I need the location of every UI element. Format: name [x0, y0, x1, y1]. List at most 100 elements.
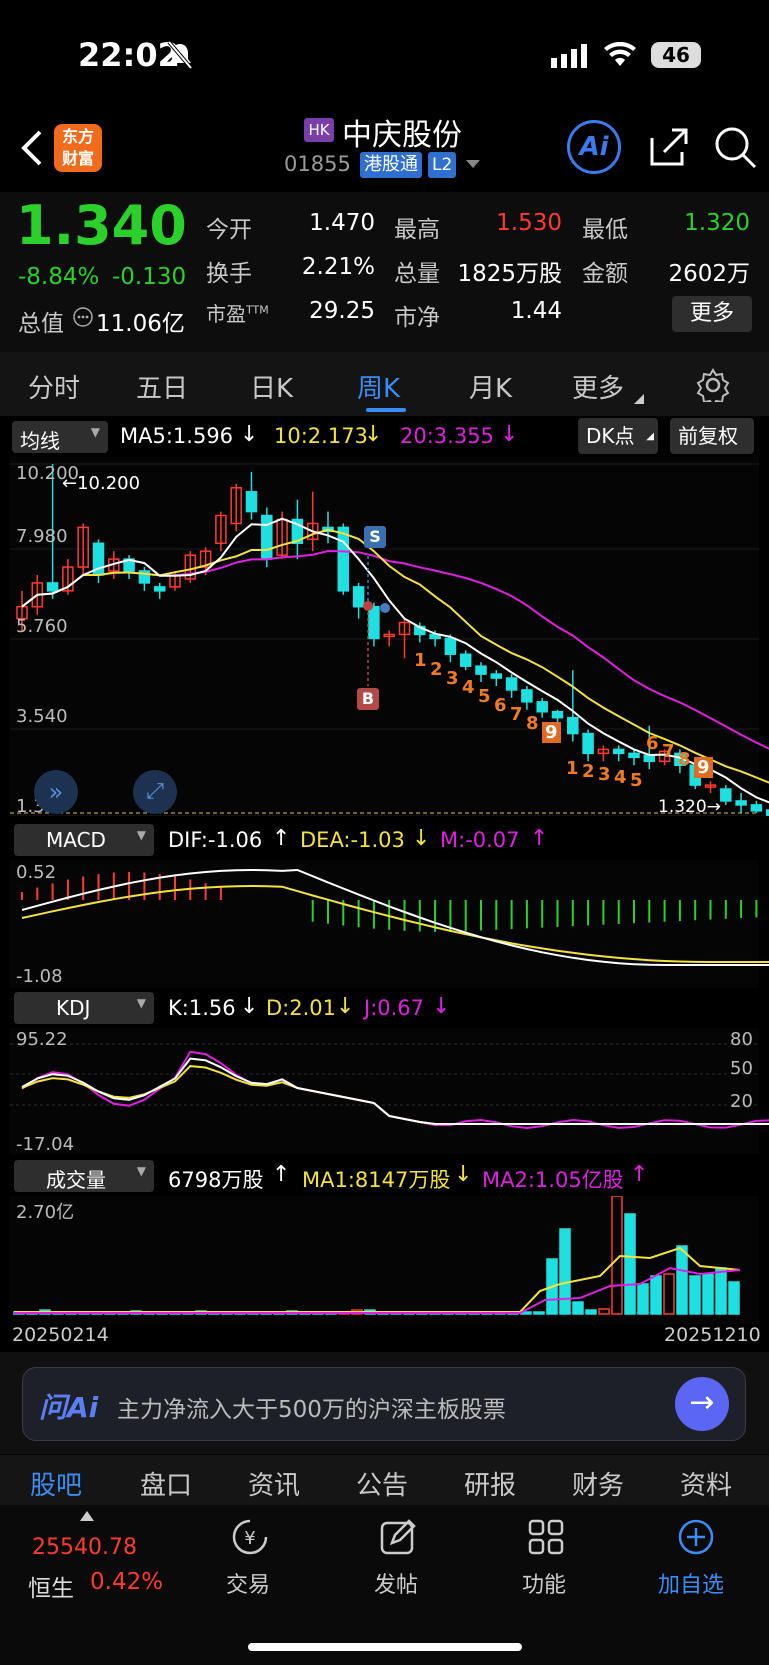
- kline-chart[interactable]: [0, 456, 769, 816]
- info-icon[interactable]: [72, 306, 94, 328]
- nine-seq-b-item: 2: [582, 761, 595, 782]
- tab-profile[interactable]: 资料: [680, 1465, 732, 1502]
- more-button[interactable]: 更多: [672, 296, 752, 332]
- nine-seq-a-item: 8: [526, 713, 539, 734]
- settings-gear-icon[interactable]: [696, 368, 730, 402]
- tab-finance[interactable]: 财务: [572, 1465, 624, 1502]
- dock-functions[interactable]: 功能: [522, 1567, 566, 1599]
- macd-selector-label: MACD: [46, 828, 106, 852]
- nine-seq-a-item: 2: [430, 659, 443, 680]
- search-icon[interactable]: [714, 126, 758, 170]
- pe-sup: TTM: [246, 303, 269, 317]
- sell-marker-dot: [380, 603, 390, 613]
- back-icon[interactable]: [18, 128, 44, 168]
- functions-icon[interactable]: [526, 1517, 566, 1557]
- turnover-label: 换手: [206, 261, 252, 287]
- ma-bar: 均线 ▼ MA5:1.596 ↓ 10:2.173 ↓ 20:3.355 ↓ DK…: [0, 416, 769, 456]
- app-logo[interactable]: 东方 财富: [54, 124, 102, 172]
- ask-ai-box[interactable]: 问Ai 主力净流入大于500万的沪深主板股票 →: [22, 1367, 746, 1441]
- nine-seq-c-item: 8: [678, 749, 691, 770]
- sell-signal-marker[interactable]: S: [364, 526, 386, 548]
- candle-body: [475, 665, 487, 675]
- macd-bar: MACD ▼ DIF:-1.06 ↑ DEA:-1.03 ↓ M:-0.07 ↑: [0, 820, 769, 860]
- tab-weekly[interactable]: 周K: [357, 368, 400, 405]
- ask-ai-brand: 问Ai: [39, 1391, 99, 1424]
- candle-body: [368, 605, 380, 640]
- tab-announcements[interactable]: 公告: [356, 1465, 408, 1502]
- wifi-icon: [604, 42, 636, 66]
- volume-selector[interactable]: 成交量 ▼: [14, 1160, 154, 1192]
- min-price-marker: 1.320→: [658, 797, 721, 817]
- kdj-selector-label: KDJ: [56, 996, 91, 1020]
- tab-five-day[interactable]: 五日: [136, 368, 188, 405]
- share-icon[interactable]: [648, 126, 690, 168]
- volume-bar: [689, 1275, 701, 1315]
- quote-panel: 1.340 -8.84% -0.130 总值 11.06亿 今开 1.470 最…: [0, 192, 769, 352]
- stock-name: 中庆股份: [342, 118, 462, 153]
- dropdown-icon[interactable]: [466, 160, 480, 170]
- ask-ai-submit-icon[interactable]: →: [675, 1377, 729, 1431]
- kdj-level-50: 50: [730, 1058, 753, 1079]
- macd-y-top: 0.52: [16, 862, 57, 883]
- j-label: J:0.67: [364, 996, 425, 1020]
- pct-change: -8.84%: [18, 264, 100, 290]
- amount-value: 2602万: [668, 261, 750, 287]
- post-icon[interactable]: [378, 1517, 418, 1557]
- nine-seq-a-item: 6: [494, 695, 507, 716]
- nine-seq-b-item: 3: [598, 764, 611, 785]
- nine-seq-b-item: 1: [566, 758, 579, 779]
- amount-label: 金额: [582, 261, 628, 287]
- tab-news[interactable]: 资讯: [248, 1465, 300, 1502]
- ma20-line: [21, 549, 769, 750]
- fullscreen-icon[interactable]: ⤢: [133, 770, 177, 814]
- volume-caret-icon: ▼: [136, 1164, 146, 1178]
- market-badge: HK: [304, 118, 334, 142]
- kdj-level-80: 80: [730, 1029, 753, 1050]
- tab-daily[interactable]: 日K: [250, 368, 293, 405]
- ma-selector[interactable]: 均线 ▼: [12, 421, 108, 453]
- dock-add-watchlist[interactable]: 加自选: [658, 1567, 724, 1599]
- expand-left-icon[interactable]: »: [34, 770, 78, 814]
- dk-button[interactable]: DK点 ◢: [578, 418, 658, 454]
- trade-icon[interactable]: ¥: [230, 1517, 270, 1557]
- add-watchlist-icon[interactable]: [676, 1517, 716, 1557]
- buy-signal-marker[interactable]: B: [357, 688, 379, 710]
- volume-bar: 成交量 ▼ 6798万股 ↑ MA1:8147万股 ↓ MA2:1.05亿股 ↑: [0, 1156, 769, 1196]
- candle-body: [46, 582, 59, 592]
- signal-icon: [551, 44, 587, 68]
- macd-chart[interactable]: [0, 860, 769, 988]
- ask-ai-prompt: 主力净流入大于500万的沪深主板股票: [117, 1397, 506, 1423]
- tab-forum[interactable]: 股吧: [30, 1465, 82, 1502]
- nine-seq-a-item: 1: [414, 650, 427, 671]
- tab-monthly[interactable]: 月K: [469, 368, 512, 405]
- volume-bar: [728, 1281, 740, 1315]
- max-price-text: 10.200: [77, 473, 141, 494]
- ai-button[interactable]: Ai: [567, 120, 621, 174]
- dock-trade[interactable]: 交易: [226, 1567, 270, 1599]
- ma10-label: 10:2.173: [274, 424, 368, 448]
- macd-y-bottom: -1.08: [16, 966, 63, 987]
- date-start: 20250214: [12, 1324, 109, 1346]
- adjust-button[interactable]: 前复权: [670, 418, 754, 454]
- kdj-chart[interactable]: [0, 1028, 769, 1154]
- vol-arrow-icon: ↑: [272, 1162, 291, 1187]
- volume-chart[interactable]: [0, 1196, 769, 1324]
- logo-text-2: 财富: [61, 149, 94, 168]
- more-corner-icon: [634, 394, 644, 404]
- tab-research[interactable]: 研报: [464, 1465, 516, 1502]
- candle-body: [628, 752, 640, 759]
- mute-bell-icon: [167, 40, 193, 70]
- high-label: 最高: [394, 217, 440, 243]
- volume-bar: [533, 1311, 545, 1315]
- tab-intraday[interactable]: 分时: [28, 368, 80, 405]
- dock-post[interactable]: 发帖: [374, 1567, 418, 1599]
- index-name: 恒生: [28, 1576, 74, 1602]
- vol-ma1-arrow-icon: ↓: [454, 1162, 473, 1187]
- tab-more[interactable]: 更多: [572, 368, 624, 405]
- status-bar: 22:02 46: [0, 0, 769, 110]
- stock-code: 01855: [284, 152, 351, 176]
- index-value[interactable]: 25540.78: [32, 1535, 137, 1560]
- tab-orderbook[interactable]: 盘口: [140, 1465, 192, 1502]
- macd-selector[interactable]: MACD ▼: [14, 824, 154, 856]
- kdj-selector[interactable]: KDJ ▼: [14, 992, 154, 1024]
